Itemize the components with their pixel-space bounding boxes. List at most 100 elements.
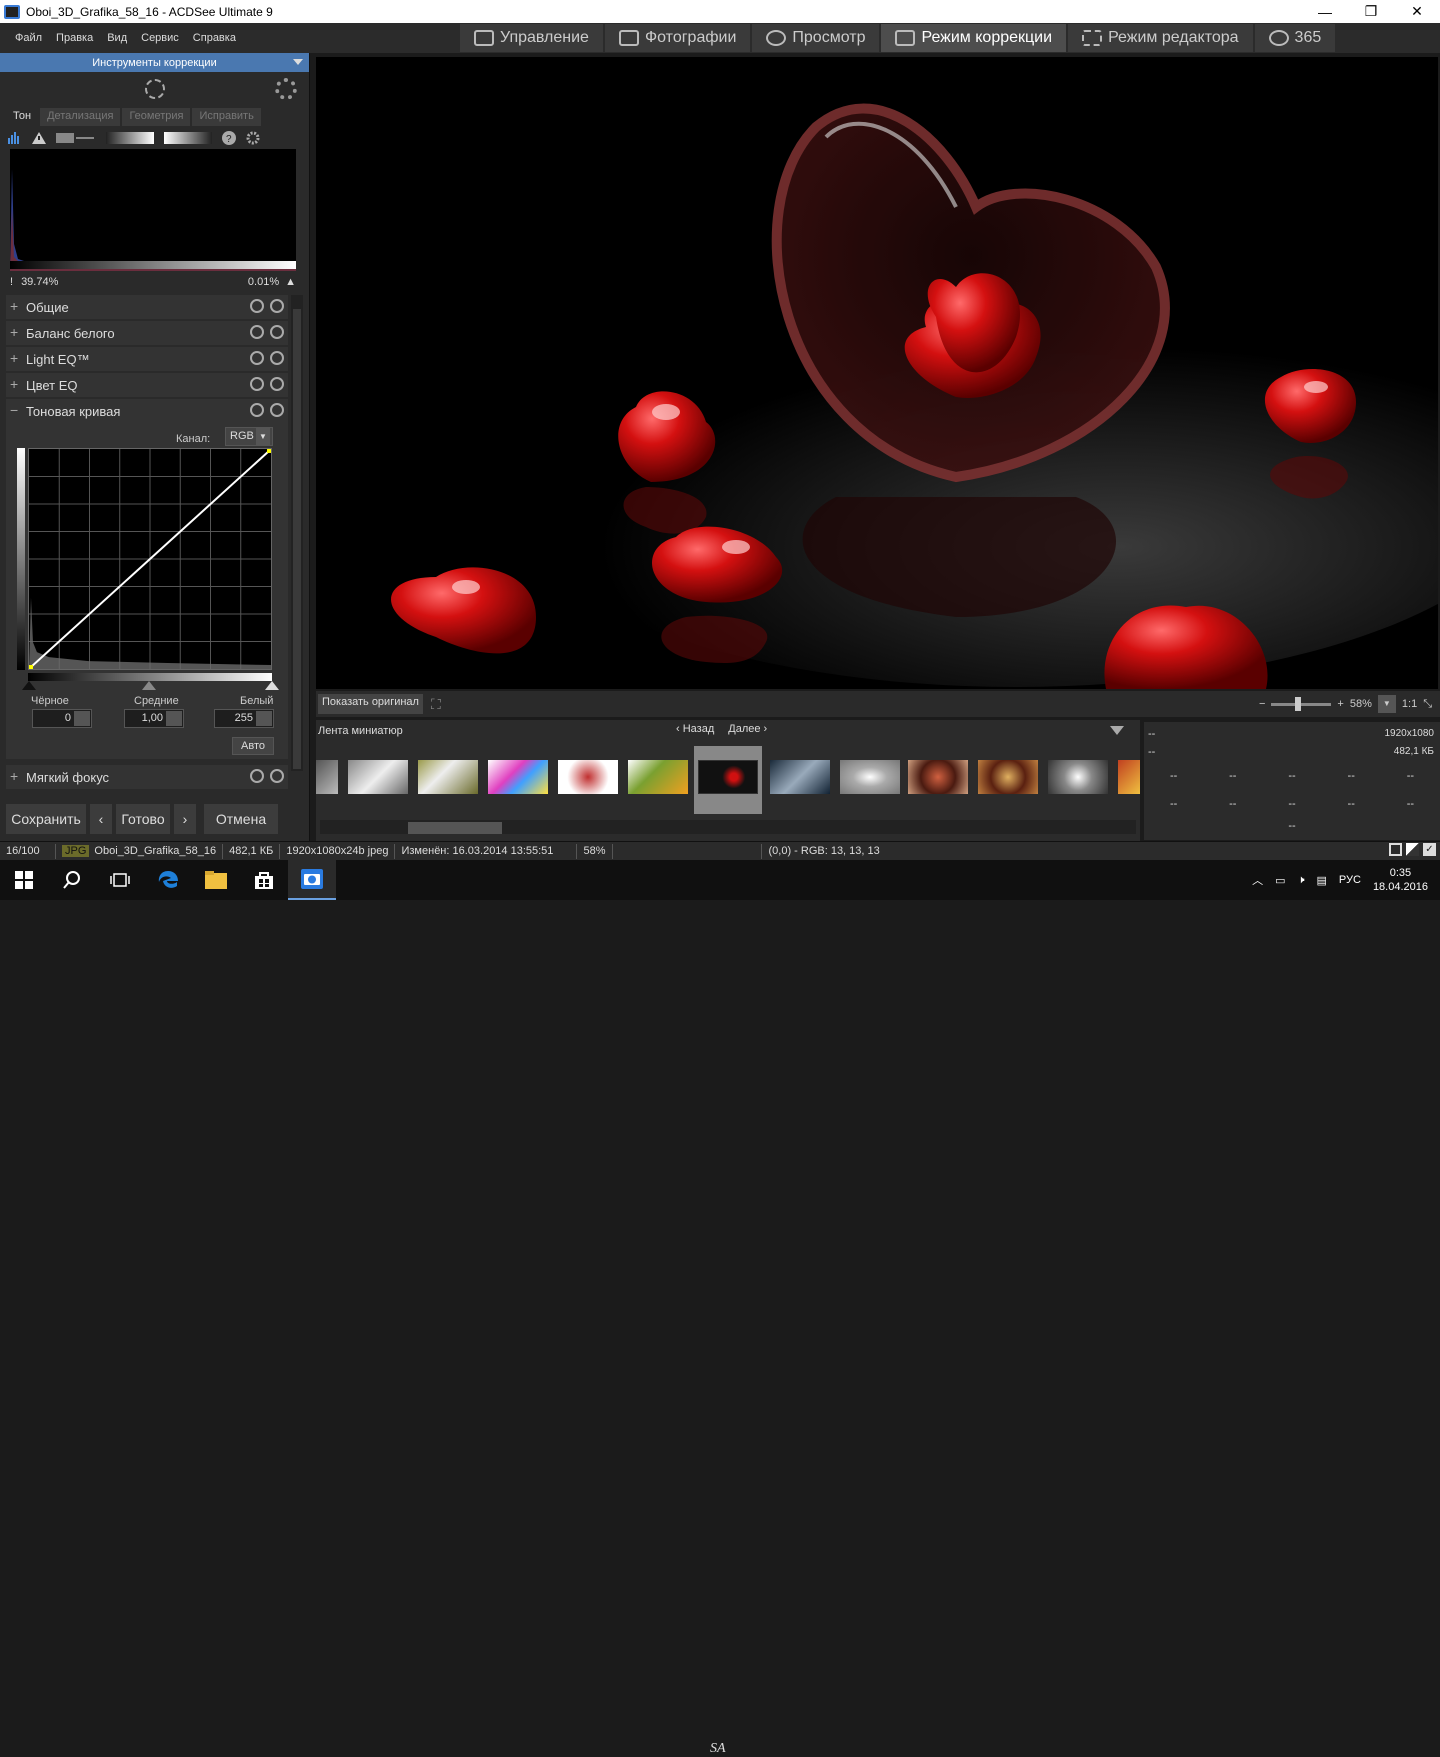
close-button[interactable]: ✕ <box>1394 0 1440 23</box>
fullscreen-icon[interactable]: ⛶ <box>431 696 441 713</box>
square-icon[interactable] <box>1389 843 1402 856</box>
scrollbar-thumb[interactable] <box>293 309 301 769</box>
mode-manage[interactable]: Управление <box>460 24 603 52</box>
split-view-icon[interactable] <box>1406 843 1419 856</box>
gear-icon[interactable] <box>250 351 264 365</box>
toggle-circle-icon[interactable] <box>270 351 284 365</box>
section-general[interactable]: + Общие <box>6 295 288 319</box>
tone-curve-graph[interactable] <box>28 448 272 670</box>
mode-develop[interactable]: Режим коррекции <box>881 24 1067 52</box>
thumbnail[interactable] <box>348 760 408 794</box>
section-white-balance[interactable]: + Баланс белого <box>6 321 288 345</box>
image-canvas[interactable] <box>316 57 1438 689</box>
back-button[interactable]: ‹ Назад <box>676 723 714 735</box>
zoom-slider-thumb[interactable] <box>1295 696 1302 711</box>
zoom-out-icon[interactable]: − <box>1259 698 1265 710</box>
menu-tools[interactable]: Сервис <box>141 32 179 44</box>
save-button[interactable]: Сохранить <box>6 804 86 834</box>
thumbnail[interactable] <box>840 760 900 794</box>
channel-select[interactable]: RGB ▼ <box>225 427 273 446</box>
gear-icon[interactable] <box>250 403 264 417</box>
checkmark-icon[interactable]: ✓ <box>1423 843 1436 856</box>
midtone-slider[interactable] <box>142 681 156 690</box>
panel-header[interactable]: Инструменты коррекции <box>0 53 309 72</box>
tab-detail[interactable]: Детализация <box>40 108 121 126</box>
gear-icon[interactable] <box>250 299 264 313</box>
thumbnail[interactable] <box>978 760 1038 794</box>
task-view-button[interactable] <box>96 860 144 900</box>
network-icon[interactable]: ▭ <box>1275 874 1285 887</box>
menu-help[interactable]: Справка <box>193 32 236 44</box>
mode-view[interactable]: Просмотр <box>752 24 880 52</box>
white-point-slider[interactable] <box>265 681 279 690</box>
zoom-dropdown-icon[interactable]: ▼ <box>1377 695 1396 713</box>
section-light-eq[interactable]: + Light EQ™ <box>6 347 288 371</box>
actual-size-button[interactable]: 1:1 <box>1402 698 1417 710</box>
clock[interactable]: 0:35 18.04.2016 <box>1373 866 1428 894</box>
start-button[interactable] <box>0 860 48 900</box>
thumbnail[interactable] <box>558 760 618 794</box>
levels-icon[interactable] <box>56 132 96 144</box>
target-adjust-icon[interactable] <box>144 79 165 99</box>
store-button[interactable] <box>240 860 288 900</box>
show-original-button[interactable]: Показать оригинал <box>318 694 423 714</box>
chevron-down-icon[interactable] <box>293 59 303 65</box>
panel-scrollbar[interactable] <box>291 295 303 771</box>
toggle-circle-icon[interactable] <box>270 377 284 391</box>
filmstrip-scrollbar[interactable] <box>320 820 1136 834</box>
section-tone-curve[interactable]: − Тоновая кривая <box>6 399 288 423</box>
mode-365[interactable]: 365 <box>1254 24 1336 52</box>
menu-file[interactable]: Файл <box>15 32 42 44</box>
gradient-white-icon[interactable] <box>164 132 212 144</box>
thumbnail-selected[interactable] <box>694 746 762 814</box>
section-soft-focus[interactable]: + Мягкий фокус <box>6 765 288 789</box>
black-value-input[interactable]: 0 <box>32 709 92 728</box>
menu-view[interactable]: Вид <box>107 32 127 44</box>
zoom-in-icon[interactable]: + <box>1337 698 1343 710</box>
next-button[interactable]: › <box>174 804 196 834</box>
toggle-circle-icon[interactable] <box>270 325 284 339</box>
midtone-value-input[interactable]: 1,00 <box>124 709 184 728</box>
prev-button[interactable]: ‹ <box>90 804 112 834</box>
gear-icon[interactable] <box>250 325 264 339</box>
white-value-input[interactable]: 255 <box>214 709 274 728</box>
menu-edit[interactable]: Правка <box>56 32 93 44</box>
mode-photos[interactable]: Фотографии <box>604 24 751 52</box>
acdsee-taskbar-button[interactable] <box>288 860 336 900</box>
thumbnail[interactable] <box>316 760 338 794</box>
mode-edit[interactable]: Режим редактора <box>1068 24 1253 52</box>
spinner-arrows-icon[interactable] <box>256 711 272 726</box>
black-point-slider[interactable] <box>22 681 36 690</box>
spinner-arrows-icon[interactable] <box>166 711 182 726</box>
thumbnail[interactable] <box>770 760 830 794</box>
gear-icon[interactable] <box>250 769 264 783</box>
gradient-black-icon[interactable] <box>106 132 154 144</box>
volume-muted-icon[interactable]: 🕨 <box>1298 874 1305 887</box>
tab-geometry[interactable]: Геометрия <box>122 108 191 126</box>
thumbnail[interactable] <box>908 760 968 794</box>
collapse-icon[interactable] <box>1110 726 1124 735</box>
thumbnail[interactable] <box>1118 760 1140 794</box>
tab-repair[interactable]: Исправить <box>192 108 261 126</box>
minimize-button[interactable]: — <box>1302 0 1348 23</box>
cancel-button[interactable]: Отмена <box>204 804 278 834</box>
histogram-icon[interactable] <box>8 132 22 144</box>
edge-button[interactable] <box>144 860 192 900</box>
gear-icon[interactable] <box>250 377 264 391</box>
notifications-icon[interactable]: ▤ <box>1317 874 1327 887</box>
maximize-button[interactable]: ❐ <box>1348 0 1394 23</box>
thumbnail[interactable] <box>1048 760 1108 794</box>
thumbnail[interactable] <box>488 760 548 794</box>
gear-icon[interactable] <box>275 78 297 100</box>
chevron-up-icon[interactable]: ︿ <box>1252 872 1263 888</box>
gear-small-icon[interactable] <box>246 131 260 145</box>
toggle-circle-icon[interactable] <box>270 769 284 783</box>
toggle-circle-icon[interactable] <box>270 299 284 313</box>
zoom-slider[interactable] <box>1271 696 1332 711</box>
warning-icon[interactable] <box>32 132 46 144</box>
scrollbar-thumb[interactable] <box>408 822 502 834</box>
auto-button[interactable]: Авто <box>232 737 274 755</box>
thumbnail[interactable] <box>628 760 688 794</box>
help-icon[interactable]: ? <box>222 131 236 145</box>
forward-button[interactable]: Далее › <box>728 723 767 735</box>
